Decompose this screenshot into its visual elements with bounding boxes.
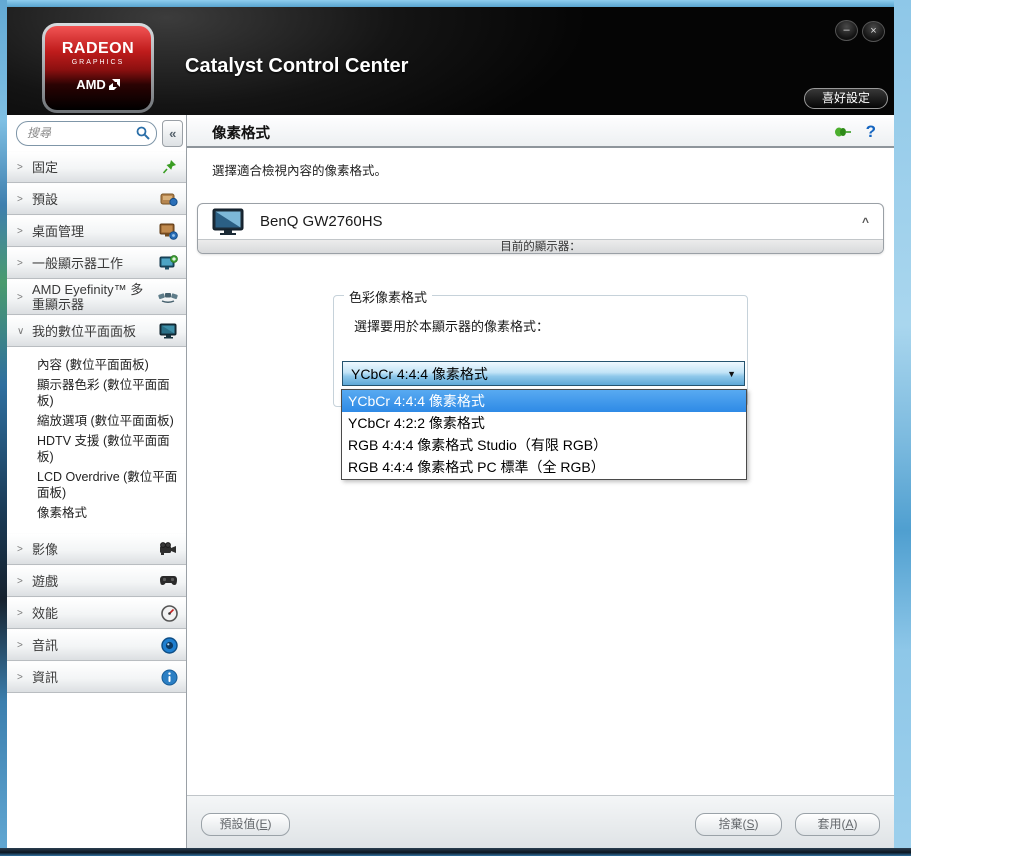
amd-arrow-icon: [108, 79, 120, 90]
submenu-item-lcd-overdrive[interactable]: LCD Overdrive (數位平面面板): [37, 467, 182, 503]
dropdown-option-ycbcr422[interactable]: YCbCr 4:2:2 像素格式: [342, 412, 746, 434]
window-border-top: [0, 0, 911, 7]
pixel-format-combobox[interactable]: YCbCr 4:4:4 像素格式 ▼: [342, 361, 745, 386]
flat-panel-icon: [159, 323, 177, 339]
chevron-right-icon: >: [17, 225, 23, 237]
sidebar-item-information[interactable]: > 資訊: [7, 661, 186, 693]
sidebar-item-desktop-management[interactable]: > 桌面管理: [7, 215, 186, 247]
information-icon: [161, 669, 178, 685]
desktop-management-icon: [159, 223, 178, 240]
monitor-icon: [212, 208, 244, 235]
chevron-right-icon: >: [17, 671, 23, 683]
main-content: 像素格式 ? 選擇適合檢視內容的像素格式。 BenQ GW2760HS ^ 目前…: [187, 115, 894, 848]
digital-flat-panel-submenu: 內容 (數位平面面板) 顯示器色彩 (數位平面面板) 縮放選項 (數位平面面板)…: [7, 347, 186, 533]
eyefinity-icon: [158, 293, 178, 303]
sidebar: « > 固定 > 預設 > 桌面管理: [7, 115, 187, 848]
presets-icon: [160, 193, 178, 207]
sidebar-item-performance[interactable]: > 效能: [7, 597, 186, 629]
collapse-icon: «: [169, 125, 177, 141]
chevron-right-icon: >: [17, 607, 23, 619]
sidebar-collapse-button[interactable]: «: [162, 119, 183, 147]
close-icon: ×: [870, 25, 877, 37]
logo-radeon-text: RADEON: [61, 40, 135, 57]
sidebar-empty-area: [7, 693, 186, 848]
dropdown-option-rgb-full[interactable]: RGB 4:4:4 像素格式 PC 標準（全 RGB）: [342, 456, 746, 478]
sidebar-item-digital-flat-panels[interactable]: ∨ 我的數位平面面板: [7, 315, 186, 347]
chevron-right-icon: >: [17, 543, 23, 555]
dropdown-arrow-icon: ▼: [727, 368, 736, 379]
discard-button[interactable]: 捨棄(S): [695, 813, 782, 836]
chevron-right-icon: >: [17, 193, 23, 205]
chevron-right-icon: >: [17, 161, 23, 173]
common-display-tasks-icon: [159, 254, 178, 269]
page-title: 像素格式: [212, 125, 270, 142]
window-border-left: [0, 0, 7, 856]
chevron-right-icon: >: [17, 257, 23, 269]
display-selector[interactable]: BenQ GW2760HS ^ 目前的顯示器：: [197, 203, 884, 254]
apply-button[interactable]: 套用(A): [795, 813, 880, 836]
search-icon: [137, 126, 151, 140]
chevron-right-icon: >: [17, 291, 23, 303]
help-icon[interactable]: ?: [866, 122, 876, 142]
logo-graphics-text: GRAPHICS: [71, 59, 125, 66]
chevron-right-icon: >: [17, 639, 23, 651]
collapse-panel-icon[interactable]: ^: [862, 215, 869, 229]
sidebar-item-gaming[interactable]: > 遊戲: [7, 565, 186, 597]
dropdown-option-ycbcr444[interactable]: YCbCr 4:4:4 像素格式: [342, 390, 746, 412]
gamepad-icon: [160, 576, 177, 585]
window-border-right: [894, 0, 911, 856]
performance-gauge-icon: [161, 604, 178, 622]
video-camera-icon: [160, 542, 176, 555]
submenu-item-hdtv-support[interactable]: HDTV 支援 (數位平面面板): [37, 431, 182, 467]
sidebar-item-presets[interactable]: > 預設: [7, 183, 186, 215]
sidebar-item-audio[interactable]: > 音訊: [7, 629, 186, 661]
groupbox-title: 色彩像素格式: [344, 287, 433, 306]
chevron-right-icon: >: [17, 575, 23, 587]
minimize-button[interactable]: –: [835, 20, 858, 41]
defaults-button[interactable]: 預設值(E): [201, 813, 290, 836]
close-button[interactable]: ×: [862, 21, 885, 42]
display-name: BenQ GW2760HS: [260, 213, 383, 230]
minimize-icon: –: [843, 24, 850, 36]
dropdown-option-rgb-limited[interactable]: RGB 4:4:4 像素格式 Studio（有限 RGB）: [342, 434, 746, 456]
amd-logo: AMD: [76, 77, 120, 92]
titlebar[interactable]: RADEON GRAPHICS AMD Catalyst Control Cen…: [7, 7, 894, 115]
submenu-item-properties[interactable]: 內容 (數位平面面板): [37, 355, 182, 375]
submenu-item-display-color[interactable]: 顯示器色彩 (數位平面面板): [37, 375, 182, 411]
current-display-caption: 目前的顯示器：: [198, 239, 883, 253]
sidebar-item-common-display-tasks[interactable]: > 一般顯示器工作: [7, 247, 186, 279]
sidebar-item-video[interactable]: > 影像: [7, 533, 186, 565]
radeon-graphics-logo: RADEON GRAPHICS AMD: [42, 23, 154, 113]
desktop: RADEON GRAPHICS AMD Catalyst Control Cen…: [0, 0, 1024, 856]
audio-speaker-icon: [161, 636, 178, 654]
sidebar-item-eyefinity[interactable]: > AMD Eyefinity™ 多重顯示器: [7, 279, 186, 315]
dialog-button-bar: 預設值(E) 捨棄(S) 套用(A): [187, 795, 894, 848]
submenu-item-pixel-format[interactable]: 像素格式: [37, 503, 182, 523]
page-header: 像素格式 ?: [187, 118, 894, 148]
pin-page-icon[interactable]: [832, 125, 852, 139]
combobox-selected-value: YCbCr 4:4:4 像素格式: [351, 365, 488, 382]
chevron-down-icon: ∨: [17, 325, 25, 337]
app-title: Catalyst Control Center: [185, 55, 409, 77]
pixel-format-dropdown-list: YCbCr 4:4:4 像素格式 YCbCr 4:2:2 像素格式 RGB 4:…: [341, 389, 747, 480]
pixel-format-prompt: 選擇要用於本顯示器的像素格式：: [354, 319, 550, 334]
submenu-item-scaling-options[interactable]: 縮放選項 (數位平面面板): [37, 411, 182, 431]
preferences-button[interactable]: 喜好設定: [804, 88, 888, 109]
page-description: 選擇適合檢視內容的像素格式。: [212, 164, 388, 178]
window-border-bottom: [0, 848, 911, 856]
sidebar-search-row: «: [7, 115, 186, 151]
pin-icon: [162, 160, 176, 174]
sidebar-item-pinned[interactable]: > 固定: [7, 151, 186, 183]
